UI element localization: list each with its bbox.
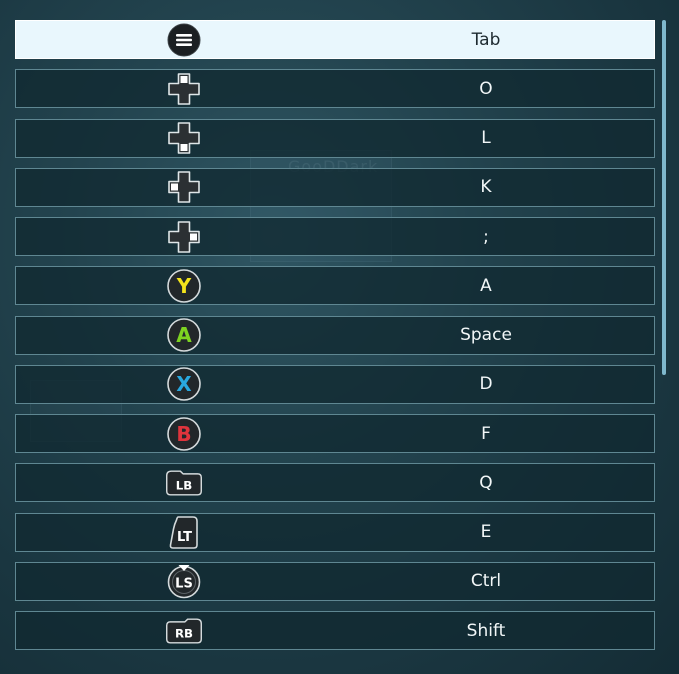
binding-row-rb[interactable]: RB Shift — [15, 611, 655, 650]
binding-row-a-button[interactable]: A Space — [15, 315, 655, 355]
list-scrollbar[interactable] — [662, 20, 666, 375]
rb-label: RB — [175, 626, 193, 640]
y-button-letter: Y — [176, 274, 192, 298]
binding-row-dpad-up[interactable]: O — [15, 69, 655, 109]
key-label: E — [480, 522, 492, 542]
binding-row-dpad-right[interactable]: ; — [15, 217, 655, 256]
ls-stick-icon: LS — [164, 563, 204, 599]
a-button-icon: A — [164, 317, 204, 353]
lb-bumper-icon: LB — [164, 465, 204, 501]
binding-row-lb[interactable]: LB Q — [15, 463, 655, 503]
x-button-letter: X — [176, 372, 192, 396]
key-label: Q — [479, 472, 493, 493]
key-label: Ctrl — [470, 571, 502, 592]
b-button-letter: B — [176, 422, 191, 446]
key-label: ; — [483, 226, 489, 247]
dpad-right-icon — [164, 219, 204, 255]
key-label: F — [481, 423, 491, 444]
key-label: A — [480, 275, 492, 296]
binding-row-x-button[interactable]: X D — [15, 364, 655, 404]
dpad-up-icon — [164, 71, 204, 107]
binding-row-menu[interactable]: Tab — [15, 20, 655, 59]
key-label: K — [480, 177, 492, 198]
key-label: Tab — [471, 29, 501, 50]
lb-label: LB — [176, 478, 193, 492]
button-mapping-list: Tab O L K ; Y A A Space X D B F LB Q LT … — [15, 20, 655, 660]
dpad-left-icon — [164, 169, 204, 205]
ls-label: LS — [175, 577, 193, 592]
key-label: Space — [460, 325, 512, 345]
dpad-down-icon — [164, 120, 204, 156]
b-button-icon: B — [164, 416, 204, 452]
key-label: L — [481, 128, 491, 148]
key-label: D — [479, 374, 493, 395]
binding-row-y-button[interactable]: Y A — [15, 266, 655, 306]
menu-icon — [164, 22, 204, 58]
x-button-icon: X — [164, 366, 204, 402]
key-label: Shift — [466, 620, 506, 641]
binding-row-ls[interactable]: LS Ctrl — [15, 561, 655, 601]
rb-bumper-icon: RB — [164, 613, 204, 649]
lt-trigger-icon: LT — [164, 514, 204, 550]
a-button-letter: A — [176, 323, 192, 347]
binding-row-dpad-left[interactable]: K — [15, 167, 655, 207]
key-label: O — [479, 78, 493, 99]
binding-row-b-button[interactable]: B F — [15, 414, 655, 453]
lt-label: LT — [177, 530, 192, 545]
y-button-icon: Y — [164, 268, 204, 304]
binding-row-dpad-down[interactable]: L — [15, 118, 655, 158]
binding-row-lt[interactable]: LT E — [15, 512, 655, 552]
